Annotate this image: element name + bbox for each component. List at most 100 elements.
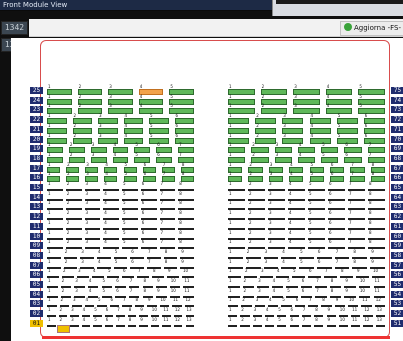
module-cell[interactable] [84, 302, 94, 308]
module-cell[interactable] [169, 108, 194, 115]
row-label-74[interactable]: 74 [391, 96, 403, 104]
module-cell[interactable] [81, 321, 91, 327]
module-cell[interactable] [169, 89, 194, 95]
row-label-63[interactable]: 63 [391, 203, 403, 211]
row-label-62[interactable]: 62 [391, 213, 403, 221]
row-label-56[interactable]: 56 [391, 271, 403, 279]
module-cell[interactable] [268, 302, 279, 308]
row-label-01[interactable]: 01 [30, 319, 43, 327]
row-label-61[interactable]: 61 [391, 222, 403, 230]
module-cell[interactable] [293, 89, 320, 95]
row-label-18[interactable]: 18 [30, 154, 43, 162]
module-cell[interactable] [93, 321, 102, 327]
row-label-57[interactable]: 57 [391, 261, 403, 269]
row-label-16[interactable]: 16 [30, 174, 43, 182]
module-cell[interactable] [260, 98, 288, 105]
module-cell[interactable] [72, 137, 92, 144]
row-label-24[interactable]: 24 [30, 96, 43, 104]
module-cell[interactable] [348, 244, 365, 250]
module-cell[interactable] [314, 321, 324, 327]
module-cell[interactable] [77, 273, 89, 279]
row-label-04[interactable]: 04 [30, 290, 43, 298]
module-cell[interactable] [90, 156, 107, 163]
row-label-67[interactable]: 67 [391, 164, 403, 172]
module-cell[interactable] [338, 321, 349, 327]
row-label-51[interactable]: 51 [391, 319, 403, 327]
module-cell[interactable] [301, 321, 312, 327]
row-label-64[interactable]: 64 [391, 193, 403, 201]
module-cell[interactable] [329, 176, 345, 183]
module-cell[interactable] [358, 108, 385, 115]
module-cell[interactable] [240, 321, 250, 327]
module-cell[interactable] [104, 321, 114, 327]
row-label-60[interactable]: 60 [391, 232, 403, 240]
row-label-03[interactable]: 03 [30, 300, 43, 308]
module-cell[interactable] [363, 137, 385, 144]
row-label-53[interactable]: 53 [391, 300, 403, 308]
module-cell[interactable] [150, 321, 160, 327]
module-cell[interactable] [127, 321, 137, 327]
module-cell[interactable] [293, 98, 320, 105]
row-label-20[interactable]: 20 [30, 135, 43, 143]
selection-cursor[interactable] [57, 325, 70, 333]
row-label-05[interactable]: 05 [30, 281, 43, 288]
row-label-69[interactable]: 69 [391, 145, 403, 153]
module-cell[interactable] [116, 321, 125, 327]
module-cell[interactable] [162, 321, 171, 327]
row-label-68[interactable]: 68 [391, 154, 403, 162]
row-label-25[interactable]: 25 [30, 87, 43, 94]
refresh-button[interactable]: Aggiorna -FS- [339, 21, 403, 36]
module-cell[interactable] [68, 156, 85, 163]
row-label-66[interactable]: 66 [391, 174, 403, 182]
module-cell[interactable] [161, 176, 175, 183]
module-cell[interactable] [138, 98, 164, 105]
row-label-19[interactable]: 19 [30, 145, 43, 153]
module-cell[interactable] [178, 156, 194, 163]
module-cell[interactable] [248, 244, 265, 250]
module-cell[interactable] [277, 321, 287, 327]
row-label-12[interactable]: 12 [30, 213, 43, 221]
row-label-13[interactable]: 13 [30, 203, 43, 211]
row-label-11[interactable]: 11 [30, 222, 43, 230]
module-cell[interactable] [358, 89, 385, 95]
module-cell[interactable] [370, 176, 385, 183]
module-cell[interactable] [308, 273, 321, 279]
module-cell[interactable] [122, 244, 138, 250]
row-label-06[interactable]: 06 [30, 271, 43, 279]
module-cell[interactable] [87, 292, 99, 298]
module-cell[interactable] [245, 263, 261, 269]
module-cell[interactable] [358, 98, 385, 105]
row-label-10[interactable]: 10 [30, 232, 43, 240]
module-cell[interactable] [228, 321, 238, 327]
module-cell[interactable] [315, 292, 327, 298]
module-cell[interactable] [80, 263, 94, 269]
module-cell[interactable] [255, 137, 277, 144]
module-cell[interactable] [70, 321, 79, 327]
module-cell[interactable] [325, 89, 353, 95]
module-cell[interactable] [123, 137, 143, 144]
module-cell[interactable] [264, 321, 275, 327]
module-cell[interactable] [251, 156, 269, 163]
row-label-08[interactable]: 08 [30, 251, 43, 259]
module-cell[interactable] [108, 108, 133, 115]
row-label-23[interactable]: 23 [30, 106, 43, 114]
module-cell[interactable] [260, 89, 288, 95]
module-cell[interactable] [138, 89, 164, 95]
row-label-58[interactable]: 58 [391, 251, 403, 259]
row-label-22[interactable]: 22 [30, 116, 43, 124]
module-cell[interactable] [350, 176, 365, 183]
module-cell[interactable] [174, 137, 194, 144]
module-cell[interactable] [326, 321, 336, 327]
row-label-52[interactable]: 52 [391, 310, 403, 318]
row-label-02[interactable]: 02 [30, 310, 43, 318]
module-cell[interactable] [351, 321, 361, 327]
module-cell[interactable] [260, 273, 273, 279]
row-label-17[interactable]: 17 [30, 164, 43, 172]
module-cell[interactable] [321, 302, 332, 308]
module-cell[interactable] [185, 321, 194, 327]
module-cell[interactable] [325, 98, 353, 105]
row-label-70[interactable]: 70 [391, 135, 403, 143]
module-cell[interactable] [47, 321, 56, 327]
module-cell[interactable] [169, 98, 194, 105]
module-cell[interactable] [77, 98, 103, 105]
